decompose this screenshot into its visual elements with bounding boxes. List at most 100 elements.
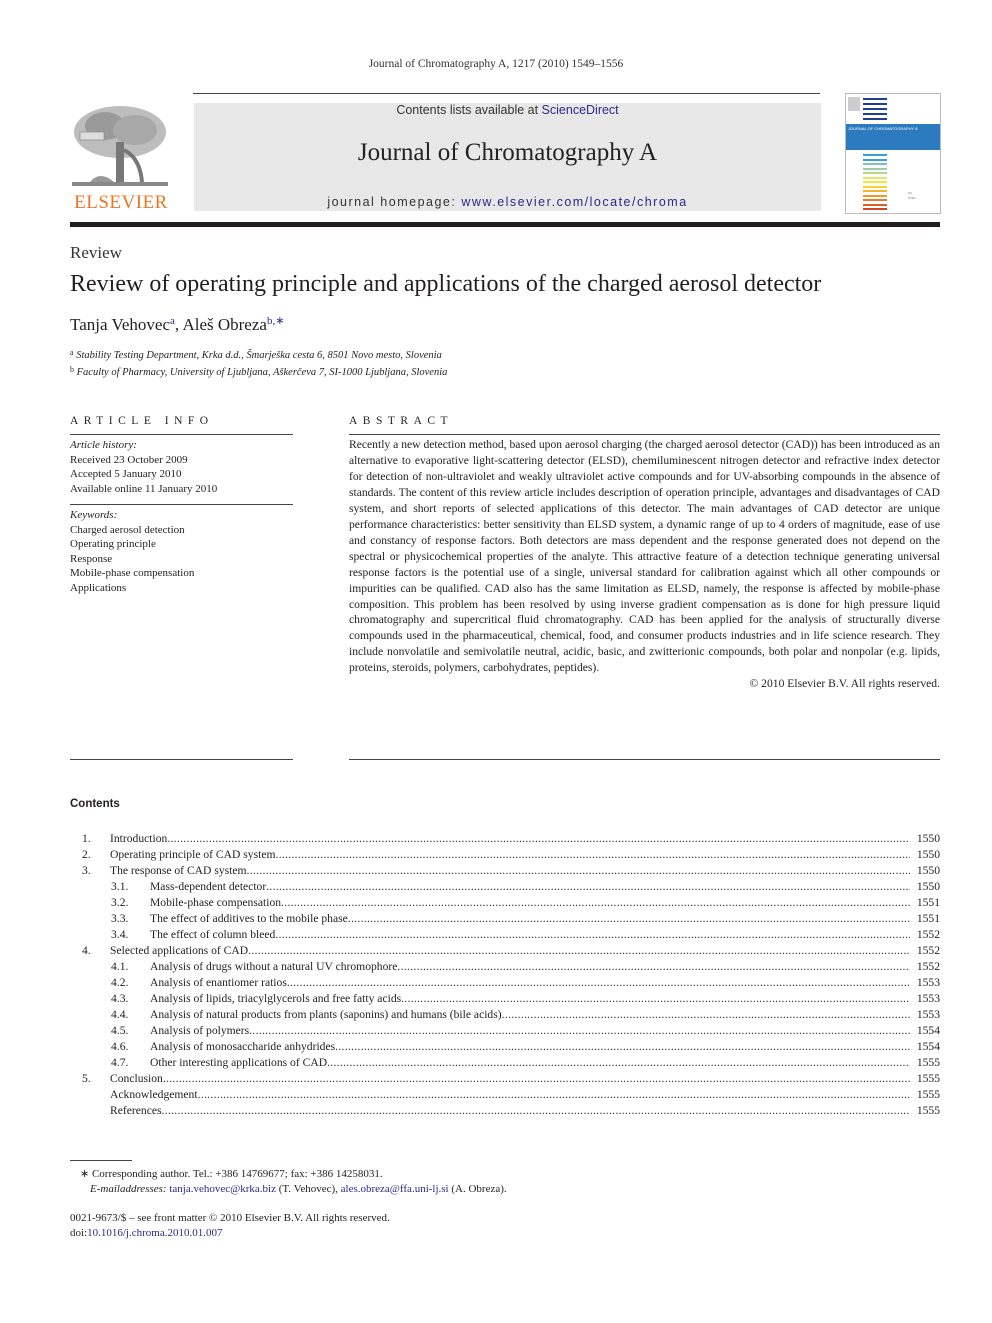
affiliations: a Stability Testing Department, Krka d.d… — [70, 346, 447, 380]
toc-entry-label[interactable]: Mobile-phase compensation — [150, 895, 281, 911]
email-link[interactable]: ales.obreza@ffa.uni-lj.si — [341, 1183, 449, 1195]
corresponding-author-note: ∗ Corresponding author. Tel.: +386 14769… — [80, 1168, 383, 1180]
toc-entry-page: 1554 — [916, 1024, 940, 1037]
toc-entry[interactable]: 5. Conclusion 1555 — [70, 1071, 940, 1087]
toc-entry[interactable]: 1. Introduction 1550 — [70, 831, 940, 847]
toc-entry[interactable]: 3.3. The effect of additives to the mobil… — [70, 911, 940, 927]
toc-entry-page: 1553 — [916, 1008, 940, 1021]
cover-stripe — [863, 154, 887, 156]
cover-stripe — [863, 194, 887, 197]
toc-entry-label[interactable]: Analysis of monosaccharide anhydrides — [150, 1039, 335, 1055]
toc-entry-page: 1554 — [916, 1040, 940, 1053]
toc-entry-label[interactable]: Mass-dependent detector — [150, 879, 266, 895]
cover-stripe — [863, 118, 887, 120]
toc-entry-label[interactable]: Analysis of drugs without a natural UV c… — [150, 959, 397, 975]
toc-entry[interactable]: 4.7. Other interesting applications of CA… — [70, 1055, 940, 1071]
toc-entry[interactable]: 2. Operating principle of CAD system 1550 — [70, 847, 940, 863]
toc-entry-label[interactable]: Conclusion — [110, 1071, 163, 1087]
toc-entry-label[interactable]: Acknowledgement — [110, 1087, 198, 1103]
toc-entry-label[interactable]: The response of CAD system — [110, 863, 247, 879]
article-type: Review — [70, 243, 122, 262]
toc-leader-dots — [335, 1039, 910, 1055]
toc-entry-number: 4.3. — [111, 992, 129, 1005]
toc-entry-label[interactable]: Analysis of lipids, triacylglycerols and… — [150, 991, 401, 1007]
toc-leader-dots — [401, 991, 910, 1007]
table-of-contents: 1. Introduction 1550 2. Operating principle … — [70, 831, 940, 1119]
toc-entry[interactable]: 4.5. Analysis of polymers 1554 — [70, 1023, 940, 1039]
cover-stripe — [863, 172, 887, 174]
toc-entry[interactable]: 3.4. The effect of column bleed 1552 — [70, 927, 940, 943]
toc-leader-dots — [198, 1087, 910, 1103]
doi-link[interactable]: 10.1016/j.chroma.2010.01.007 — [87, 1227, 222, 1239]
toc-entry-label[interactable]: Introduction — [110, 831, 167, 847]
toc-entry-label[interactable]: Selected applications of CAD — [110, 943, 248, 959]
affiliation-item: b Faculty of Pharmacy, University of Lju… — [70, 363, 447, 380]
toc-entry-page: 1551 — [916, 896, 940, 909]
toc-entry-label-wrap: Analysis of natural products from plants… — [150, 1007, 910, 1023]
toc-entry[interactable]: 4.6. Analysis of monosaccharide anhydride… — [70, 1039, 940, 1055]
toc-entry-number: 2. — [82, 848, 91, 861]
toc-entry-page: 1552 — [916, 960, 940, 973]
email-link[interactable]: tanja.vehovec@krka.biz — [169, 1183, 276, 1195]
toc-leader-dots — [276, 847, 911, 863]
toc-entry-number: 4.7. — [111, 1056, 129, 1069]
cover-stripe — [863, 203, 887, 206]
toc-entry-page: 1550 — [916, 832, 940, 845]
toc-entry-label[interactable]: Other interesting applications of CAD — [150, 1055, 327, 1071]
elsevier-logo[interactable]: ELSEVIER — [68, 102, 174, 214]
toc-entry-page: 1553 — [916, 992, 940, 1005]
toc-entry-number — [70, 1103, 110, 1119]
toc-entry-number: 3.3. — [111, 912, 129, 925]
keyword: Applications — [70, 581, 127, 594]
toc-entry[interactable]: 3. The response of CAD system 1550 — [70, 863, 940, 879]
cover-title: JOURNAL OF CHROMATOGRAPHY A — [848, 126, 918, 131]
header-separator — [70, 222, 940, 227]
email-label: E-mailaddresses: — [90, 1183, 167, 1195]
toc-entry-label-wrap: Mobile-phase compensation — [150, 895, 910, 911]
sciencedirect-link[interactable]: ScienceDirect — [542, 103, 619, 117]
toc-entry-label-wrap: The effect of column bleed — [150, 927, 910, 943]
toc-entry[interactable]: 4.2. Analysis of enantiomer ratios 1553 — [70, 975, 940, 991]
toc-entry[interactable]: 4.1. Analysis of drugs without a natural … — [70, 959, 940, 975]
toc-entry[interactable]: 3.1. Mass-dependent detector 1550 — [70, 879, 940, 895]
running-head: Journal of Chromatography A, 1217 (2010)… — [368, 58, 624, 70]
toc-entry-label[interactable]: The effect of additives to the mobile ph… — [150, 911, 348, 927]
toc-entry[interactable]: 3.2. Mobile-phase compensation 1551 — [70, 895, 940, 911]
toc-entry-number — [70, 1087, 110, 1103]
toc-entry-number: 4.6. — [111, 1040, 129, 1053]
toc-entry-label[interactable]: Analysis of enantiomer ratios — [150, 975, 287, 991]
toc-entry-label[interactable]: Analysis of polymers — [150, 1023, 249, 1039]
toc-entry-label-wrap: Analysis of lipids, triacylglycerols and… — [150, 991, 910, 1007]
toc-entry-label[interactable]: Analysis of natural products from plants… — [150, 1007, 502, 1023]
author-name[interactable]: Aleš Obreza — [182, 315, 267, 334]
cover-stripe — [863, 185, 887, 188]
toc-entry[interactable]: Acknowledgement 1555 — [70, 1087, 940, 1103]
journal-cover-thumbnail[interactable]: JOURNAL OF CHROMATOGRAPHY A ▭ ▭▭ — [845, 93, 941, 214]
toc-entry-label-wrap: Selected applications of CAD — [110, 943, 910, 959]
toc-entry-label[interactable]: The effect of column bleed — [150, 927, 275, 943]
keyword: Operating principle — [70, 538, 156, 550]
toc-entry[interactable]: 4. Selected applications of CAD 1552 — [70, 943, 940, 959]
toc-entry-label-wrap: Mass-dependent detector — [150, 879, 910, 895]
toc-entry-label[interactable]: References — [110, 1103, 162, 1119]
journal-homepage-link[interactable]: www.elsevier.com/locate/chroma — [461, 195, 687, 209]
elsevier-wordmark: ELSEVIER — [74, 192, 168, 213]
toc-leader-dots — [266, 879, 910, 895]
toc-leader-dots — [397, 959, 910, 975]
toc-entry-page: 1553 — [916, 976, 940, 989]
cover-title-band: JOURNAL OF CHROMATOGRAPHY A — [846, 124, 940, 150]
toc-entry-label[interactable]: Operating principle of CAD system — [110, 847, 276, 863]
toc-leader-dots — [281, 895, 910, 911]
author-affiliation-mark[interactable]: b,∗ — [267, 315, 284, 327]
toc-entry[interactable]: 4.3. Analysis of lipids, triacylglycerols… — [70, 991, 940, 1007]
author-name[interactable]: Tanja Vehovec — [70, 315, 170, 334]
article-title: Review of operating principle and applic… — [70, 271, 822, 297]
keyword: Mobile-phase compensation — [70, 567, 195, 579]
journal-title: Journal of Chromatography A — [357, 139, 658, 166]
toc-entry[interactable]: 4.4. Analysis of natural products from pl… — [70, 1007, 940, 1023]
keyword: Response — [70, 552, 113, 565]
journal-masthead: Contents lists available at ScienceDirec… — [194, 103, 821, 211]
toc-entry[interactable]: References 1555 — [70, 1103, 940, 1119]
footnotes: ∗ Corresponding author. Tel.: +386 14769… — [80, 1167, 507, 1197]
toc-entry-label-wrap: Acknowledgement — [110, 1087, 910, 1103]
